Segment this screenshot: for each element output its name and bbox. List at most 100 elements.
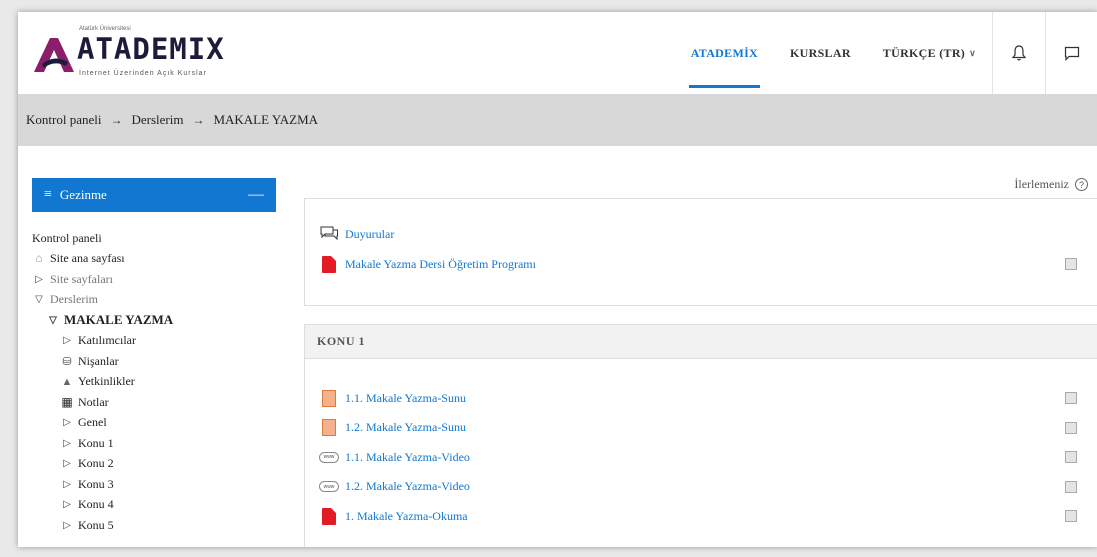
completion-checkbox[interactable]	[1065, 510, 1077, 522]
completion-checkbox[interactable]	[1065, 451, 1077, 463]
triangle-right-icon: ▷	[35, 273, 43, 285]
nav-tree-item[interactable]: ▷ Konu 1	[32, 433, 276, 454]
ppt-icon	[322, 389, 336, 407]
activity-icon-wrap	[319, 224, 339, 244]
nav-label: ATADEMİX	[690, 45, 759, 60]
nav-item-kurslar[interactable]: KURSLAR	[774, 12, 867, 94]
nav-tree-item[interactable]: ▷ Konu 2	[32, 454, 276, 475]
section-title: KONU 1	[305, 325, 1097, 359]
course-section-general: Duyurular Makale Yazma Dersi Öğretim Prog…	[304, 198, 1097, 306]
forum-icon	[320, 226, 338, 241]
progress-label: İlerlemeniz	[1014, 177, 1069, 191]
navigation-block-header[interactable]: ≡ Gezinme —	[32, 178, 276, 212]
help-icon[interactable]: ?	[1075, 178, 1088, 191]
nav-tree-icon-wrap: ⛁	[60, 355, 74, 368]
nav-tree-icon-wrap: ⌂	[32, 251, 46, 266]
triangle-right-icon: ▷	[63, 519, 71, 531]
activity-link[interactable]: www 1.2. Makale Yazma-Video	[319, 476, 470, 498]
nav-tree-label: Nişanlar	[78, 353, 119, 368]
nav-tree-item[interactable]: ⛁ Nişanlar	[32, 351, 276, 372]
activity-label: 1.1. Makale Yazma-Sunu	[345, 390, 466, 405]
nav-label: KURSLAR	[790, 45, 851, 60]
activity-icon-wrap	[319, 418, 339, 438]
bell-icon	[1012, 45, 1026, 61]
activity-label: 1. Makale Yazma-Okuma	[345, 508, 468, 523]
nav-tree-label: Konu 4	[78, 497, 114, 512]
pdf-icon	[322, 507, 336, 525]
arrow-right-icon: →	[110, 112, 123, 127]
nav-tree-item[interactable]: ▷ Konu 3	[32, 474, 276, 495]
chevron-down-icon: ∨	[969, 47, 976, 58]
collapse-icon[interactable]: —	[248, 186, 264, 204]
nav-tree-item[interactable]: Kontrol paneli	[32, 228, 276, 249]
navigation-block-title: Gezinme	[59, 187, 107, 202]
activity-label: Makale Yazma Dersi Öğretim Programı	[345, 256, 536, 271]
url-icon: www	[319, 451, 339, 463]
activity-label: 1.1. Makale Yazma-Video	[345, 449, 470, 464]
breadcrumb-item[interactable]: MAKALE YAZMA	[213, 112, 318, 128]
trophy-icon: ⛁	[62, 355, 72, 368]
language-menu[interactable]: TÜRKÇE (TR) ∨	[867, 12, 992, 94]
nav-tree-icon-wrap: ▽	[32, 294, 46, 305]
triangle-down-icon: ▽	[49, 314, 57, 326]
nav-tree-label: Notlar	[78, 394, 109, 409]
triangle-right-icon: ▷	[63, 417, 71, 429]
nav-tree-item[interactable]: ▷ Site sayfaları	[32, 269, 276, 290]
breadcrumb: Kontrol paneli → Derslerim → MAKALE YAZM…	[18, 94, 1097, 146]
nav-tree-item[interactable]: ▽ Derslerim	[32, 290, 276, 311]
nav-tree-icon-wrap: ▷	[60, 520, 74, 531]
completion-checkbox[interactable]	[1065, 480, 1077, 493]
site-header: Atatürk Üniversitesi ATADEMIX İnternet Ü…	[18, 12, 1097, 94]
nav-tree-label: Yetkinlikler	[78, 374, 135, 389]
nav-tree-item[interactable]: ▽ MAKALE YAZMA	[32, 310, 276, 331]
notifications-button[interactable]	[993, 12, 1045, 94]
navigation-tree: Kontrol paneli ⌂ Site ana sayfası ▷ Site say…	[32, 212, 276, 536]
triangle-right-icon: ▷	[63, 335, 71, 347]
nav-tree-item[interactable]: ▷ Katılımcılar	[32, 331, 276, 352]
activity-link[interactable]: www 1.1. Makale Yazma-Video	[319, 446, 470, 468]
nav-tree-icon-wrap: ▷	[32, 274, 46, 285]
activity-link[interactable]: 1.2. Makale Yazma-Sunu	[319, 417, 466, 439]
nav-tree-label: Konu 3	[78, 476, 114, 491]
logo-mark-icon	[34, 38, 74, 72]
logo-sub-text: İnternet Üzerinden Açık Kurslar	[79, 70, 207, 77]
top-nav: ATADEMİX KURSLAR TÜRKÇE (TR) ∨	[675, 12, 1097, 94]
nav-tree-item[interactable]: ⌂ Site ana sayfası	[32, 249, 276, 270]
messages-button[interactable]	[1046, 12, 1097, 94]
nav-item-atademix[interactable]: ATADEMİX	[675, 12, 774, 94]
nav-tree-item[interactable]: ▲ Yetkinlikler	[32, 372, 276, 393]
arrow-right-icon: →	[192, 112, 205, 127]
breadcrumb-item[interactable]: Kontrol paneli	[26, 112, 101, 128]
completion-checkbox[interactable]	[1065, 392, 1077, 404]
nav-tree-label: Konu 1	[78, 435, 114, 450]
hamburger-icon: ≡	[44, 187, 52, 202]
course-section-konu-1: KONU 1 1.1. Makale Yazma-Sunu 1.2. Makale…	[304, 324, 1097, 547]
nav-tree-item[interactable]: ▦ Notlar	[32, 392, 276, 413]
nav-tree-icon-wrap: ▷	[60, 458, 74, 469]
site-logo[interactable]: Atatürk Üniversitesi ATADEMIX İnternet Ü…	[32, 22, 232, 86]
nav-tree-icon-wrap: ▷	[60, 335, 74, 346]
activity-label: 1.2. Makale Yazma-Sunu	[345, 420, 466, 434]
progress-indicator: İlerlemeniz ?	[1014, 177, 1088, 192]
nav-label: TÜRKÇE (TR)	[882, 45, 966, 60]
nav-tree-item[interactable]: ▷ Konu 5	[32, 515, 276, 536]
triangle-right-icon: ▷	[63, 437, 71, 449]
nav-tree-icon-wrap: ▷	[60, 417, 74, 428]
competency-icon: ▲	[61, 375, 73, 388]
nav-tree-item[interactable]: ▷ Konu 4	[32, 495, 276, 516]
nav-tree-icon-wrap: ▲	[60, 376, 74, 388]
completion-checkbox[interactable]	[1065, 421, 1077, 434]
nav-tree-label: Derslerim	[50, 292, 98, 307]
activity-link[interactable]: 1. Makale Yazma-Okuma	[319, 505, 468, 527]
logo-main-text: ATADEMIX	[77, 32, 225, 66]
nav-tree-item[interactable]: ▷ Genel	[32, 413, 276, 434]
breadcrumb-item[interactable]: Derslerim	[131, 112, 183, 128]
chat-icon	[1064, 46, 1080, 61]
activity-link[interactable]: Makale Yazma Dersi Öğretim Programı	[319, 253, 536, 275]
activity-link[interactable]: Duyurular	[319, 223, 394, 245]
nav-tree-label: Site ana sayfası	[50, 251, 125, 266]
activity-icon-wrap: www	[319, 477, 339, 497]
navigation-block: ≡ Gezinme — Kontrol paneli ⌂ Site ana sayf…	[32, 178, 276, 536]
completion-checkbox[interactable]	[1065, 258, 1077, 270]
activity-link[interactable]: 1.1. Makale Yazma-Sunu	[319, 387, 466, 409]
